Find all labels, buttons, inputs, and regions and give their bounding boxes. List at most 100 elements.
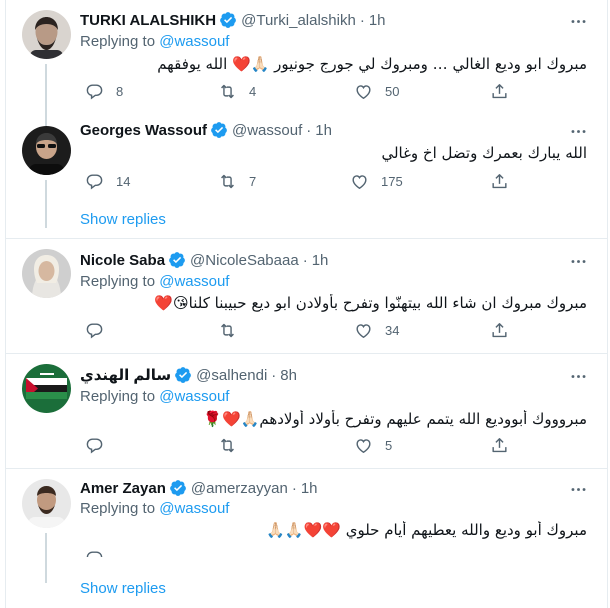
retweet-icon [218,321,237,340]
replying-to-label: Replying to [80,500,156,517]
tweet-text: مبروك مبروك ان شاء الله بيتهنّوا وتفرح ب… [154,294,587,312]
user-handle[interactable]: @amerzayyan [191,480,288,497]
share-button[interactable] [490,172,509,191]
tweet-text: مبروووك أبووديع الله يتمم عليهم وتفرح بأ… [203,410,587,428]
replying-to-line: Replying to @wassouf [80,388,229,405]
retweet-icon [218,172,237,191]
like-button[interactable]: 50 [354,82,399,101]
more-icon[interactable] [568,479,588,499]
timestamp[interactable]: 1h [312,252,329,269]
like-button[interactable]: 175 [350,172,403,191]
timestamp[interactable]: 8h [280,367,297,384]
show-replies-link[interactable]: Show replies [80,580,166,597]
reply-tweet-turki[interactable]: TURKI ALALSHIKH @Turki_alalshikh · 1h Re… [6,0,607,120]
reply-tweet-salem[interactable]: سالم الهندي @salhendi · 8h Replying to @… [6,354,607,468]
separator-dot: · [271,366,277,384]
display-name[interactable]: Georges Wassouf [80,122,207,139]
display-name[interactable]: سالم الهندي [80,366,171,384]
reply-button[interactable] [85,549,104,557]
like-icon [350,172,369,191]
verified-badge-icon [210,121,228,139]
share-icon [490,82,509,101]
reply-button[interactable] [85,436,104,455]
avatar-turki[interactable] [22,10,71,59]
replying-to-line: Replying to @wassouf [80,500,229,517]
reply-count: 14 [116,174,131,189]
like-count: 175 [381,174,403,189]
reply-tweet-amer[interactable]: Amer Zayan @amerzayyan · 1h Replying to … [6,469,607,608]
action-bar: 34 [80,321,520,343]
retweet-button[interactable] [218,321,237,340]
avatar-salem[interactable] [22,364,71,413]
timestamp[interactable]: 1h [315,122,332,139]
retweet-button[interactable]: 7 [218,172,256,191]
replies-timeline: TURKI ALALSHIKH @Turki_alalshikh · 1h Re… [5,0,608,608]
display-name[interactable]: Amer Zayan [80,480,166,497]
avatar-wassouf[interactable] [22,126,71,175]
tweet-header: Georges Wassouf @wassouf · 1h [80,120,332,140]
timestamp[interactable]: 1h [369,12,386,29]
like-button[interactable]: 34 [354,321,399,340]
show-replies-link[interactable]: Show replies [80,211,166,228]
tweet-header: TURKI ALALSHIKH @Turki_alalshikh · 1h [80,10,386,30]
retweet-icon [218,82,237,101]
retweet-icon [218,436,237,455]
replying-to-line: Replying to @wassouf [80,273,229,290]
more-icon[interactable] [568,366,588,386]
reply-button[interactable]: 14 [85,172,130,191]
replying-to-label: Replying to [80,273,156,290]
thread-line [45,64,47,120]
reply-icon [85,549,104,557]
display-name[interactable]: TURKI ALALSHIKH [80,12,216,29]
action-bar [80,549,520,557]
replying-to-mention[interactable]: @wassouf [159,388,229,405]
replying-to-line: Replying to @wassouf [80,33,229,50]
separator-dot: · [306,121,312,139]
user-handle[interactable]: @NicoleSabaaa [190,252,299,269]
user-handle[interactable]: @Turki_alalshikh [241,12,356,29]
share-icon [490,172,509,191]
display-name[interactable]: Nicole Saba [80,252,165,269]
avatar-amer[interactable] [22,479,71,528]
tweet-text: مبروك أبو وديع والله يعطيهم أيام حلوي ❤️… [266,521,587,539]
retweet-button[interactable]: 4 [218,82,256,101]
more-icon[interactable] [568,251,588,271]
retweet-count: 7 [249,174,257,189]
tweet-header: سالم الهندي @salhendi · 8h [80,365,297,385]
reply-button[interactable]: 8 [85,82,123,101]
replying-to-mention[interactable]: @wassouf [159,273,229,290]
user-handle[interactable]: @salhendi [196,367,267,384]
replying-to-mention[interactable]: @wassouf [159,500,229,517]
tweet-header: Amer Zayan @amerzayyan · 1h [80,478,318,498]
avatar-nicole[interactable] [22,249,71,298]
separator-dot: · [359,11,365,29]
retweet-button[interactable] [218,436,237,455]
separator-dot: · [291,479,297,497]
reply-tweet-nicole[interactable]: Nicole Saba @NicoleSabaaa · 1h Replying … [6,239,607,353]
retweet-count: 4 [249,84,257,99]
share-icon [490,436,509,455]
like-icon [354,321,373,340]
thread-line [45,533,47,583]
like-count: 34 [385,323,400,338]
action-bar: 14 7 175 [80,172,520,194]
reply-icon [85,436,104,455]
reply-button[interactable] [85,321,104,340]
user-handle[interactable]: @wassouf [232,122,302,139]
share-button[interactable] [490,436,509,455]
tweet-text: الله يبارك بعمرك وتضل اخ وغالي [381,144,587,162]
thread-line-bottom [45,180,47,228]
like-button[interactable]: 5 [354,436,392,455]
reply-count: 8 [116,84,124,99]
more-icon[interactable] [568,11,588,31]
separator-dot: · [302,251,308,269]
replying-to-mention[interactable]: @wassouf [159,33,229,50]
reply-tweet-wassouf[interactable]: Georges Wassouf @wassouf · 1h الله يبارك… [6,120,607,238]
share-button[interactable] [490,321,509,340]
verified-badge-icon [168,251,186,269]
action-bar: 8 4 50 [80,82,520,104]
more-icon[interactable] [568,121,588,141]
action-bar: 5 [80,436,520,458]
share-button[interactable] [490,82,509,101]
timestamp[interactable]: 1h [301,480,318,497]
